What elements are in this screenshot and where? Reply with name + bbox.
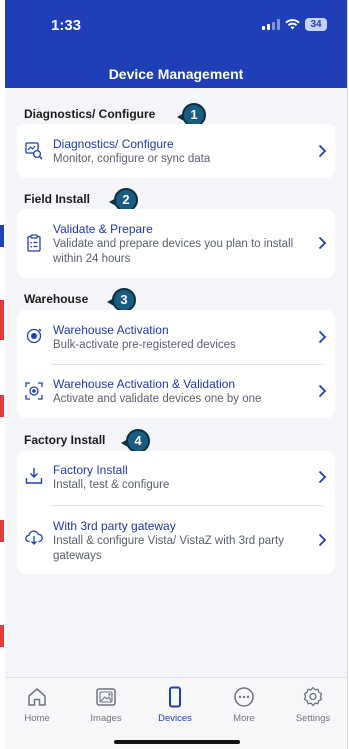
chevron-right-icon bbox=[318, 384, 327, 398]
chevron-right-icon bbox=[318, 236, 327, 250]
bottom-tab-bar: Home Images Devices More Settings bbox=[5, 677, 347, 749]
item-title: With 3rd party gateway bbox=[53, 519, 176, 533]
wifi-icon bbox=[285, 19, 300, 30]
app-header: 1:33 34 Device Management bbox=[5, 0, 347, 88]
scan-target-icon bbox=[25, 382, 43, 400]
list-item-validate-prepare[interactable]: Validate & Prepare Validate and prepare … bbox=[17, 209, 335, 278]
section-title-diagnostics: Diagnostics/ Configure bbox=[24, 107, 156, 121]
more-icon bbox=[234, 687, 254, 707]
tab-label: Settings bbox=[295, 713, 331, 724]
card-field-install: Validate & Prepare Validate and prepare … bbox=[17, 209, 335, 278]
card-diagnostics: Diagnostics/ Configure Monitor, configur… bbox=[17, 124, 335, 178]
battery-indicator: 34 bbox=[305, 18, 327, 31]
target-activation-icon bbox=[26, 328, 42, 344]
item-subtitle: Validate and prepare devices you plan to… bbox=[53, 238, 294, 265]
item-subtitle: Install & configure Vista/ VistaZ with 3… bbox=[53, 535, 284, 562]
item-subtitle: Activate and validate devices one by one bbox=[53, 393, 262, 405]
item-title: Diagnostics/ Configure bbox=[53, 137, 174, 151]
home-indicator bbox=[114, 740, 240, 744]
page-title: Device Management bbox=[108, 66, 244, 82]
status-icons: 34 bbox=[262, 18, 327, 31]
tab-home[interactable]: Home bbox=[5, 686, 69, 724]
chevron-right-icon bbox=[318, 470, 327, 484]
chevron-right-icon bbox=[318, 330, 327, 344]
tab-more[interactable]: More bbox=[212, 686, 276, 724]
home-icon bbox=[28, 688, 46, 706]
section-title-field-install: Field Install bbox=[24, 192, 91, 206]
list-item-warehouse-activation-validation[interactable]: Warehouse Activation & Validation Activa… bbox=[17, 365, 335, 418]
item-subtitle: Monitor, configure or sync data bbox=[53, 153, 211, 165]
section-badge-4: 4 bbox=[121, 429, 150, 453]
tab-label: Images bbox=[90, 713, 122, 724]
tab-settings[interactable]: Settings bbox=[281, 686, 345, 724]
item-title: Warehouse Activation bbox=[53, 323, 169, 337]
list-item-diagnostics-configure[interactable]: Diagnostics/ Configure Monitor, configur… bbox=[17, 124, 335, 178]
section-badge-3: 3 bbox=[107, 288, 136, 312]
chevron-right-icon bbox=[318, 144, 327, 158]
images-icon bbox=[96, 688, 116, 706]
item-title: Warehouse Activation & Validation bbox=[53, 377, 236, 391]
list-item-warehouse-activation[interactable]: Warehouse Activation Bulk-activate pre-r… bbox=[17, 310, 335, 364]
download-tray-icon bbox=[25, 468, 43, 484]
diagnostics-icon bbox=[25, 142, 43, 160]
cloud-download-icon bbox=[25, 530, 43, 545]
section-title-factory-install: Factory Install bbox=[24, 433, 106, 447]
settings-icon bbox=[303, 686, 323, 707]
tab-label: More bbox=[233, 713, 255, 724]
device-icon bbox=[169, 686, 181, 708]
item-title: Factory Install bbox=[53, 463, 128, 477]
item-subtitle: Bulk-activate pre-registered devices bbox=[53, 339, 236, 351]
card-warehouse: Warehouse Activation Bulk-activate pre-r… bbox=[17, 310, 335, 418]
tab-devices[interactable]: Devices bbox=[143, 686, 207, 724]
chevron-right-icon bbox=[318, 533, 327, 547]
tab-label: Devices bbox=[158, 713, 192, 724]
card-factory-install: Factory Install Install, test & configur… bbox=[17, 451, 335, 574]
item-title: Validate & Prepare bbox=[53, 222, 153, 236]
list-item-factory-install[interactable]: Factory Install Install, test & configur… bbox=[17, 451, 335, 505]
tab-images[interactable]: Images bbox=[74, 686, 138, 724]
list-item-3rd-party-gateway[interactable]: With 3rd party gateway Install & configu… bbox=[17, 506, 335, 574]
tab-label: Home bbox=[24, 713, 50, 724]
section-title-warehouse: Warehouse bbox=[24, 292, 89, 306]
clipboard-checklist-icon bbox=[27, 234, 41, 252]
item-subtitle: Install, test & configure bbox=[53, 479, 170, 491]
status-time: 1:33 bbox=[51, 17, 82, 34]
signal-icon bbox=[262, 19, 280, 30]
device-management-screen: 1:33 34 Device Management Diagnostics/ C… bbox=[5, 0, 348, 749]
